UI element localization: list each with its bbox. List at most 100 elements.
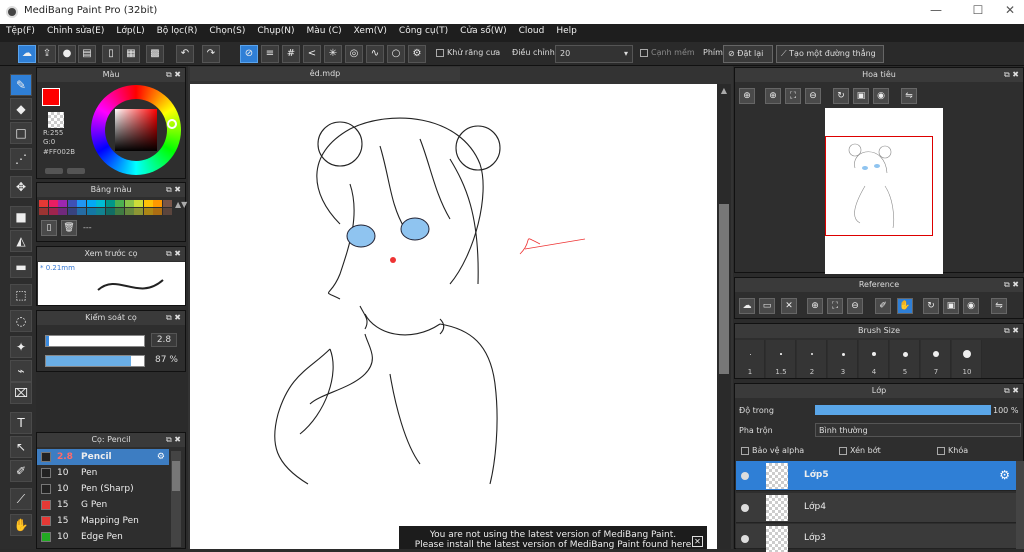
magic-wand-tool-icon[interactable]: ✦: [10, 336, 32, 358]
palette-swatch[interactable]: [134, 200, 143, 207]
palette-swatch[interactable]: [162, 208, 172, 215]
menu-tools[interactable]: Công cụ(T): [393, 24, 454, 38]
palette-swatch[interactable]: [86, 208, 96, 215]
palette-scroll-icon[interactable]: ▲▼: [175, 200, 187, 209]
undo-icon[interactable]: ↶: [176, 45, 194, 63]
open-cloud-icon[interactable]: ☁: [739, 298, 755, 314]
panel-controls-icon[interactable]: ⧉ ✖: [166, 433, 181, 447]
snap-ellipse-icon[interactable]: ○: [387, 45, 405, 63]
grid-icon[interactable]: ▩: [146, 45, 164, 63]
blend-mode-select[interactable]: Bình thường: [815, 423, 1021, 437]
color-mode-button-2[interactable]: [67, 168, 85, 174]
menu-cloud[interactable]: Cloud: [513, 24, 551, 38]
color-mode-button[interactable]: [45, 168, 63, 174]
brush-list-item[interactable]: 2.8 Pencil ⚙: [37, 449, 169, 465]
ref-fit-icon[interactable]: ⛶: [827, 298, 843, 314]
protect-alpha-checkbox[interactable]: Bảo vệ alpha: [741, 446, 804, 455]
brush-tool-icon[interactable]: ✎: [10, 74, 32, 96]
hue-marker[interactable]: [167, 119, 177, 129]
palette-swatch[interactable]: [67, 208, 77, 215]
snap-parallel-icon[interactable]: ≡: [261, 45, 279, 63]
select-pen-tool-icon[interactable]: ⌁: [10, 360, 32, 382]
flip-icon[interactable]: ⇋: [901, 88, 917, 104]
document-tab[interactable]: êd.mdp: [190, 67, 460, 81]
pages-icon[interactable]: ▦: [122, 45, 140, 63]
color-wheel[interactable]: [91, 85, 181, 175]
gear-icon[interactable]: ⚙: [157, 449, 165, 465]
minimize-button[interactable]: —: [918, 3, 954, 21]
rotate-icon[interactable]: ↻: [833, 88, 849, 104]
dot-tool-icon[interactable]: ⋰: [10, 148, 32, 170]
layer-row[interactable]: Lớp5 ⚙: [736, 461, 1016, 491]
brush-size-preset[interactable]: 7: [921, 340, 951, 378]
palette-swatch[interactable]: [124, 208, 134, 215]
eyedropper-tool-icon[interactable]: ⟋: [10, 488, 32, 510]
canvas-scroll-thumb[interactable]: [719, 204, 729, 374]
layer-opacity-slider[interactable]: [815, 405, 991, 415]
straight-line-button[interactable]: ⟋ Tạo một đường thẳng: [776, 45, 884, 63]
panel-controls-icon[interactable]: ⧉ ✖: [166, 247, 181, 261]
clipping-checkbox[interactable]: Xén bớt: [839, 446, 881, 455]
ref-zoom-out-icon[interactable]: ⊖: [847, 298, 863, 314]
brush-size-preset[interactable]: 1: [735, 340, 765, 378]
eraser-tool-icon[interactable]: ◆: [10, 98, 32, 120]
brush-size-preset[interactable]: 1.5: [766, 340, 796, 378]
bucket-tool-icon[interactable]: ◭: [10, 230, 32, 252]
dropper-tool-icon[interactable]: ✐: [10, 460, 32, 482]
panel-controls-icon[interactable]: ⧉ ✖: [1004, 324, 1019, 338]
ref-reset-icon[interactable]: ◉: [963, 298, 979, 314]
trash-icon[interactable]: 🗑: [61, 220, 77, 236]
scroll-thumb[interactable]: [172, 461, 180, 491]
panel-controls-icon[interactable]: ⧉ ✖: [166, 183, 181, 197]
snap-circle-icon[interactable]: ◎: [345, 45, 363, 63]
menu-help[interactable]: Help: [550, 24, 583, 38]
folder-icon[interactable]: ▭: [759, 298, 775, 314]
palette-swatch[interactable]: [77, 200, 86, 207]
notification-close-button[interactable]: ✕: [692, 536, 703, 547]
scroll-up-icon[interactable]: ▲: [718, 86, 730, 96]
brush-list-item[interactable]: 10 Pen (Sharp): [37, 481, 169, 497]
brush-list-item[interactable]: 15 Mapping Pen: [37, 513, 169, 529]
drawing-canvas[interactable]: [190, 84, 717, 549]
redo-icon[interactable]: ↷: [202, 45, 220, 63]
palette-swatch[interactable]: [153, 200, 162, 207]
palette-swatch[interactable]: [143, 200, 153, 207]
select-tool-icon[interactable]: ⬚: [10, 284, 32, 306]
brush-list-scrollbar[interactable]: [171, 451, 181, 547]
close-reference-icon[interactable]: ✕: [781, 298, 797, 314]
layer-row[interactable]: Lớp3: [736, 524, 1016, 552]
ref-hand-icon[interactable]: ✋: [897, 298, 913, 314]
saturation-square[interactable]: [115, 109, 157, 151]
menu-edit[interactable]: Chỉnh sửa(E): [41, 24, 110, 38]
palette-swatch[interactable]: [134, 208, 143, 215]
ref-flip-icon[interactable]: ⇋: [991, 298, 1007, 314]
palette-swatch[interactable]: [77, 208, 86, 215]
menu-select[interactable]: Chọn(S): [203, 24, 251, 38]
palette-swatch[interactable]: [48, 208, 58, 215]
palette-swatch[interactable]: [153, 208, 162, 215]
zoom-out-icon[interactable]: ⊖: [805, 88, 821, 104]
brush-list-item[interactable]: 10 Edge Pen: [37, 529, 169, 545]
panel-controls-icon[interactable]: ⧉ ✖: [166, 311, 181, 325]
snap-curve-icon[interactable]: ∿: [366, 45, 384, 63]
menu-view[interactable]: Xem(V): [348, 24, 393, 38]
menu-file[interactable]: Tệp(F): [0, 24, 41, 38]
brush-size-preset[interactable]: 3: [828, 340, 858, 378]
visibility-icon[interactable]: [741, 535, 749, 543]
operation-tool-icon[interactable]: ↖: [10, 436, 32, 458]
layer-scrollbar[interactable]: [1016, 461, 1024, 549]
maximize-button[interactable]: ☐: [960, 3, 996, 21]
antialias-checkbox[interactable]: Khử răng cưa: [436, 48, 500, 57]
select-eraser-tool-icon[interactable]: ⌧: [10, 382, 32, 404]
navigator-thumbnail[interactable]: [825, 108, 943, 274]
ref-rotate-icon[interactable]: ↻: [923, 298, 939, 314]
fullscreen-icon[interactable]: ▣: [853, 88, 869, 104]
palette-swatch[interactable]: [96, 200, 105, 207]
rectangle-tool-icon[interactable]: □: [10, 122, 32, 144]
canvas-vertical-scrollbar[interactable]: ▲: [717, 84, 731, 549]
brush-size-preset[interactable]: 5: [890, 340, 920, 378]
snap-radial-icon[interactable]: ✳: [324, 45, 342, 63]
hand-tool-icon[interactable]: ✋: [10, 514, 32, 536]
layer-row[interactable]: Lớp4: [736, 493, 1016, 523]
close-button[interactable]: ✕: [992, 3, 1024, 21]
